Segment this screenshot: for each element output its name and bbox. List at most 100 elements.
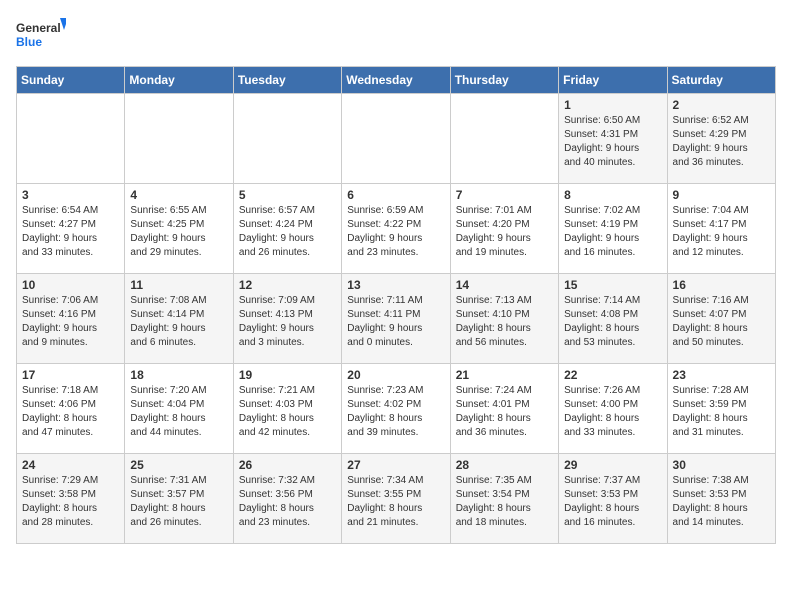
week-row-4: 24 Sunrise: 7:29 AM Sunset: 3:58 PM Dayli… [17, 454, 776, 544]
day-info: Sunrise: 7:37 AM Sunset: 3:53 PM Dayligh… [564, 474, 661, 530]
day-info: Sunrise: 6:59 AM Sunset: 4:22 PM Dayligh… [347, 204, 444, 260]
week-row-1: 3Sunrise: 6:54 AM Sunset: 4:27 PM Daylig… [17, 184, 776, 274]
calendar-cell: 6 Sunrise: 6:59 AM Sunset: 4:22 PM Daylig… [342, 184, 450, 274]
calendar-cell: 3Sunrise: 6:54 AM Sunset: 4:27 PM Daylig… [17, 184, 125, 274]
day-header-tuesday: Tuesday [233, 67, 341, 94]
calendar-cell [125, 94, 233, 184]
day-number: 23 [673, 368, 770, 382]
day-info: Sunrise: 7:08 AM Sunset: 4:14 PM Dayligh… [130, 294, 227, 350]
week-row-3: 17Sunrise: 7:18 AM Sunset: 4:06 PM Dayli… [17, 364, 776, 454]
day-number: 21 [456, 368, 553, 382]
calendar-cell: 12 Sunrise: 7:09 AM Sunset: 4:13 PM Dayli… [233, 274, 341, 364]
day-info: Sunrise: 7:21 AM Sunset: 4:03 PM Dayligh… [239, 384, 336, 440]
day-info: Sunrise: 7:06 AM Sunset: 4:16 PM Dayligh… [22, 294, 119, 350]
day-info: Sunrise: 7:29 AM Sunset: 3:58 PM Dayligh… [22, 474, 119, 530]
day-number: 18 [130, 368, 227, 382]
day-header-wednesday: Wednesday [342, 67, 450, 94]
day-number: 22 [564, 368, 661, 382]
day-number: 30 [673, 458, 770, 472]
day-info: Sunrise: 7:11 AM Sunset: 4:11 PM Dayligh… [347, 294, 444, 350]
day-number: 29 [564, 458, 661, 472]
day-info: Sunrise: 6:57 AM Sunset: 4:24 PM Dayligh… [239, 204, 336, 260]
day-header-sunday: Sunday [17, 67, 125, 94]
day-info: Sunrise: 7:35 AM Sunset: 3:54 PM Dayligh… [456, 474, 553, 530]
calendar-cell: 20Sunrise: 7:23 AM Sunset: 4:02 PM Dayli… [342, 364, 450, 454]
day-number: 12 [239, 278, 336, 292]
day-info: Sunrise: 7:01 AM Sunset: 4:20 PM Dayligh… [456, 204, 553, 260]
day-number: 4 [130, 188, 227, 202]
calendar-cell: 29 Sunrise: 7:37 AM Sunset: 3:53 PM Dayli… [559, 454, 667, 544]
day-info: Sunrise: 7:02 AM Sunset: 4:19 PM Dayligh… [564, 204, 661, 260]
day-number: 25 [130, 458, 227, 472]
day-info: Sunrise: 7:04 AM Sunset: 4:17 PM Dayligh… [673, 204, 770, 260]
svg-text:General: General [16, 21, 61, 35]
calendar-cell: 2 Sunrise: 6:52 AM Sunset: 4:29 PM Daylig… [667, 94, 775, 184]
day-number: 19 [239, 368, 336, 382]
calendar-cell: 24 Sunrise: 7:29 AM Sunset: 3:58 PM Dayli… [17, 454, 125, 544]
day-number: 13 [347, 278, 444, 292]
day-number: 16 [673, 278, 770, 292]
calendar-cell: 10 Sunrise: 7:06 AM Sunset: 4:16 PM Dayli… [17, 274, 125, 364]
week-row-2: 10 Sunrise: 7:06 AM Sunset: 4:16 PM Dayli… [17, 274, 776, 364]
day-number: 20 [347, 368, 444, 382]
day-header-monday: Monday [125, 67, 233, 94]
calendar-cell: 23 Sunrise: 7:28 AM Sunset: 3:59 PM Dayli… [667, 364, 775, 454]
calendar-cell: 15 Sunrise: 7:14 AM Sunset: 4:08 PM Dayli… [559, 274, 667, 364]
day-number: 6 [347, 188, 444, 202]
day-number: 24 [22, 458, 119, 472]
day-headers-row: SundayMondayTuesdayWednesdayThursdayFrid… [17, 67, 776, 94]
day-header-saturday: Saturday [667, 67, 775, 94]
calendar-cell [233, 94, 341, 184]
day-number: 8 [564, 188, 661, 202]
day-info: Sunrise: 7:26 AM Sunset: 4:00 PM Dayligh… [564, 384, 661, 440]
day-info: Sunrise: 7:16 AM Sunset: 4:07 PM Dayligh… [673, 294, 770, 350]
calendar-cell: 9Sunrise: 7:04 AM Sunset: 4:17 PM Daylig… [667, 184, 775, 274]
calendar-cell: 22 Sunrise: 7:26 AM Sunset: 4:00 PM Dayli… [559, 364, 667, 454]
calendar-cell [342, 94, 450, 184]
day-number: 1 [564, 98, 661, 112]
day-info: Sunrise: 7:38 AM Sunset: 3:53 PM Dayligh… [673, 474, 770, 530]
calendar-cell: 1 Sunrise: 6:50 AM Sunset: 4:31 PM Daylig… [559, 94, 667, 184]
calendar-cell: 21 Sunrise: 7:24 AM Sunset: 4:01 PM Dayli… [450, 364, 558, 454]
calendar-cell: 28Sunrise: 7:35 AM Sunset: 3:54 PM Dayli… [450, 454, 558, 544]
day-number: 3 [22, 188, 119, 202]
calendar-table: SundayMondayTuesdayWednesdayThursdayFrid… [16, 66, 776, 544]
day-info: Sunrise: 7:18 AM Sunset: 4:06 PM Dayligh… [22, 384, 119, 440]
calendar-cell [450, 94, 558, 184]
calendar-cell: 27 Sunrise: 7:34 AM Sunset: 3:55 PM Dayli… [342, 454, 450, 544]
day-number: 15 [564, 278, 661, 292]
calendar-cell: 7Sunrise: 7:01 AM Sunset: 4:20 PM Daylig… [450, 184, 558, 274]
calendar-cell: 26 Sunrise: 7:32 AM Sunset: 3:56 PM Dayli… [233, 454, 341, 544]
day-number: 27 [347, 458, 444, 472]
calendar-cell: 17Sunrise: 7:18 AM Sunset: 4:06 PM Dayli… [17, 364, 125, 454]
day-header-friday: Friday [559, 67, 667, 94]
day-info: Sunrise: 6:50 AM Sunset: 4:31 PM Dayligh… [564, 114, 661, 170]
day-number: 10 [22, 278, 119, 292]
day-number: 5 [239, 188, 336, 202]
calendar-cell: 8 Sunrise: 7:02 AM Sunset: 4:19 PM Daylig… [559, 184, 667, 274]
day-info: Sunrise: 7:24 AM Sunset: 4:01 PM Dayligh… [456, 384, 553, 440]
day-info: Sunrise: 6:55 AM Sunset: 4:25 PM Dayligh… [130, 204, 227, 260]
day-info: Sunrise: 6:52 AM Sunset: 4:29 PM Dayligh… [673, 114, 770, 170]
calendar-cell: 13 Sunrise: 7:11 AM Sunset: 4:11 PM Dayli… [342, 274, 450, 364]
day-header-thursday: Thursday [450, 67, 558, 94]
calendar-cell: 4 Sunrise: 6:55 AM Sunset: 4:25 PM Daylig… [125, 184, 233, 274]
day-number: 14 [456, 278, 553, 292]
day-info: Sunrise: 7:14 AM Sunset: 4:08 PM Dayligh… [564, 294, 661, 350]
logo: General Blue [16, 16, 66, 58]
calendar-cell: 19 Sunrise: 7:21 AM Sunset: 4:03 PM Dayli… [233, 364, 341, 454]
day-info: Sunrise: 7:09 AM Sunset: 4:13 PM Dayligh… [239, 294, 336, 350]
day-info: Sunrise: 7:32 AM Sunset: 3:56 PM Dayligh… [239, 474, 336, 530]
day-info: Sunrise: 7:34 AM Sunset: 3:55 PM Dayligh… [347, 474, 444, 530]
calendar-cell: 25Sunrise: 7:31 AM Sunset: 3:57 PM Dayli… [125, 454, 233, 544]
calendar-cell: 30 Sunrise: 7:38 AM Sunset: 3:53 PM Dayli… [667, 454, 775, 544]
calendar-cell: 5 Sunrise: 6:57 AM Sunset: 4:24 PM Daylig… [233, 184, 341, 274]
week-row-0: 1 Sunrise: 6:50 AM Sunset: 4:31 PM Daylig… [17, 94, 776, 184]
day-info: Sunrise: 7:28 AM Sunset: 3:59 PM Dayligh… [673, 384, 770, 440]
day-number: 2 [673, 98, 770, 112]
calendar-cell: 14Sunrise: 7:13 AM Sunset: 4:10 PM Dayli… [450, 274, 558, 364]
day-number: 26 [239, 458, 336, 472]
logo-svg: General Blue [16, 16, 66, 58]
calendar-cell: 18Sunrise: 7:20 AM Sunset: 4:04 PM Dayli… [125, 364, 233, 454]
calendar-cell [17, 94, 125, 184]
